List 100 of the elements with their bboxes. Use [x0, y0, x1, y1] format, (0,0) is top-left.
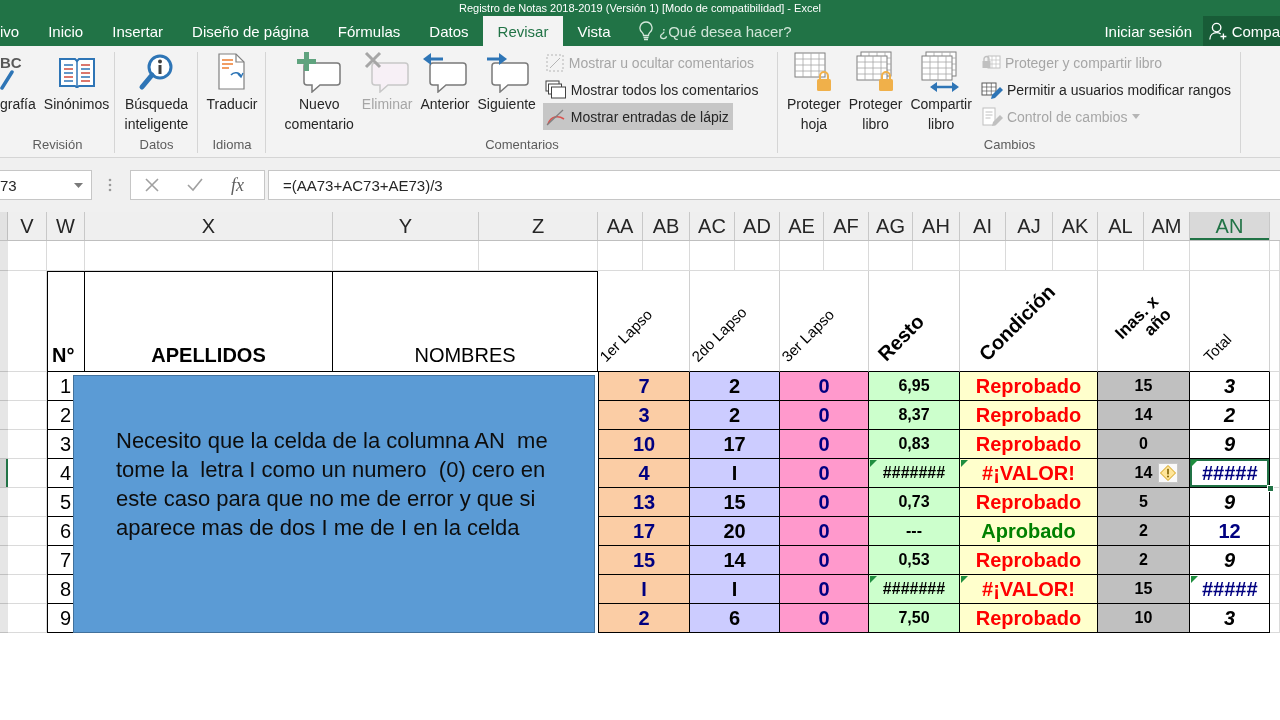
table-cell[interactable]: #¡VALOR!	[960, 575, 1098, 604]
empty-cell[interactable]	[780, 241, 824, 271]
column-header[interactable]: AK	[1053, 212, 1098, 240]
empty-cell[interactable]	[1098, 241, 1144, 271]
table-cell[interactable]: 6,95	[869, 372, 960, 401]
table-cell[interactable]: 2	[1098, 546, 1190, 575]
table-cell[interactable]: 8,37	[869, 401, 960, 430]
table-cell[interactable]: 0,83	[869, 430, 960, 459]
ribbon-button[interactable]: Nuevo comentario	[281, 49, 357, 134]
ribbon-tab[interactable]: Diseño de página	[177, 16, 324, 46]
empty-cell[interactable]	[1270, 241, 1280, 271]
table-cell[interactable]: Reprobado	[960, 372, 1098, 401]
column-header[interactable]: AF	[824, 212, 869, 240]
cancel-icon[interactable]	[145, 178, 159, 192]
ribbon-button[interactable]: Mostrar entradas de lápiz	[542, 103, 733, 130]
formula-field[interactable]: =(AA73+AC73+AE73)/3	[268, 170, 1280, 200]
column-header[interactable]: AL	[1098, 212, 1144, 240]
table-cell[interactable]: I	[598, 575, 690, 604]
empty-cell[interactable]	[960, 241, 1006, 271]
table-cell[interactable]: 2	[690, 372, 780, 401]
table-cell[interactable]: 15	[690, 488, 780, 517]
column-header[interactable]: X	[85, 212, 333, 240]
caret-down-icon[interactable]	[74, 183, 83, 188]
table-cell[interactable]: #####	[1190, 575, 1270, 604]
column-header[interactable]: AE	[780, 212, 824, 240]
empty-cell[interactable]	[1270, 430, 1280, 459]
ribbon-button[interactable]: Siguiente	[474, 49, 539, 114]
check-icon[interactable]	[187, 178, 203, 192]
ribbon-button[interactable]: Anterior	[417, 49, 473, 114]
ribbon-button[interactable]: Traducir	[203, 49, 261, 114]
column-header[interactable]: Z	[479, 212, 598, 240]
table-cell[interactable]: Reprobado	[960, 401, 1098, 430]
empty-cell[interactable]	[479, 241, 598, 271]
table-cell[interactable]: 0	[780, 488, 869, 517]
column-header[interactable]: AH	[913, 212, 960, 240]
table-cell[interactable]: ---	[869, 517, 960, 546]
fill-handle-icon[interactable]	[1267, 485, 1274, 492]
sign-in-link[interactable]: Iniciar sesión	[1093, 16, 1203, 46]
table-cell[interactable]: 0,53	[869, 546, 960, 575]
empty-cell[interactable]	[1190, 241, 1270, 271]
table-cell[interactable]: 20	[690, 517, 780, 546]
ribbon-tab[interactable]: Fórmulas	[323, 16, 415, 46]
column-header[interactable]: AB	[643, 212, 690, 240]
table-cell[interactable]: 3	[598, 401, 690, 430]
table-cell[interactable]: 0	[780, 546, 869, 575]
column-header[interactable]: W	[47, 212, 85, 240]
table-cell[interactable]: I	[690, 575, 780, 604]
warning-icon[interactable]	[1158, 463, 1178, 483]
empty-cell[interactable]	[1144, 241, 1190, 271]
empty-cell[interactable]	[1270, 372, 1280, 401]
table-cell[interactable]: 2	[1098, 517, 1190, 546]
table-cell[interactable]: 17	[690, 430, 780, 459]
table-cell[interactable]: 15	[1098, 575, 1190, 604]
table-cell[interactable]: 9	[1190, 430, 1270, 459]
ribbon-button[interactable]: Proteger libro	[845, 49, 906, 134]
ribbon-tab[interactable]: ivo	[0, 16, 34, 46]
empty-cell[interactable]	[598, 241, 643, 271]
empty-cell[interactable]	[1270, 546, 1280, 575]
table-cell[interactable]: #####	[1190, 459, 1270, 488]
column-header[interactable]: AI	[960, 212, 1006, 240]
table-cell[interactable]: 2	[598, 604, 690, 633]
empty-cell[interactable]	[1270, 488, 1280, 517]
ribbon-tab[interactable]: Datos	[414, 16, 484, 46]
table-cell[interactable]: 13	[598, 488, 690, 517]
table-cell[interactable]: 2	[690, 401, 780, 430]
table-cell[interactable]: 6	[690, 604, 780, 633]
table-cell[interactable]: 17	[598, 517, 690, 546]
table-cell[interactable]: 0,73	[869, 488, 960, 517]
ribbon-button[interactable]: Mostrar todos los comentarios	[542, 76, 763, 103]
ribbon-tab[interactable]: Vista	[562, 16, 625, 46]
table-cell[interactable]: Reprobado	[960, 488, 1098, 517]
column-header[interactable]: AJ	[1006, 212, 1053, 240]
empty-cell[interactable]	[735, 241, 780, 271]
empty-cell[interactable]	[1270, 517, 1280, 546]
vertical-dots-icon[interactable]	[108, 178, 112, 192]
table-cell[interactable]: 9	[1190, 546, 1270, 575]
column-header[interactable]: AA	[598, 212, 643, 240]
table-cell[interactable]: 3	[1190, 372, 1270, 401]
ribbon-button[interactable]: Permitir a usuarios modificar rangos	[978, 76, 1235, 103]
empty-cell[interactable]	[913, 241, 960, 271]
table-cell[interactable]: #¡VALOR!	[960, 459, 1098, 488]
table-cell[interactable]: 10	[598, 430, 690, 459]
ribbon-button[interactable]: Búsqueda inteligente	[121, 49, 192, 134]
empty-cell[interactable]	[333, 241, 479, 271]
table-cell[interactable]: 0	[780, 459, 869, 488]
table-cell[interactable]: 14	[1098, 401, 1190, 430]
empty-cell[interactable]	[643, 241, 690, 271]
column-header[interactable]: AD	[735, 212, 780, 240]
table-cell[interactable]: 0	[1098, 430, 1190, 459]
table-cell[interactable]: 0	[780, 430, 869, 459]
table-cell[interactable]: 10	[1098, 604, 1190, 633]
table-cell[interactable]: Aprobado	[960, 517, 1098, 546]
empty-cell[interactable]	[690, 241, 735, 271]
empty-cell[interactable]	[1053, 241, 1098, 271]
column-header[interactable]: AC	[690, 212, 735, 240]
table-cell[interactable]: #######	[869, 459, 960, 488]
table-cell[interactable]: 0	[780, 575, 869, 604]
table-cell[interactable]: 15	[598, 546, 690, 575]
table-cell[interactable]: 0	[780, 604, 869, 633]
table-cell[interactable]: 0	[780, 517, 869, 546]
